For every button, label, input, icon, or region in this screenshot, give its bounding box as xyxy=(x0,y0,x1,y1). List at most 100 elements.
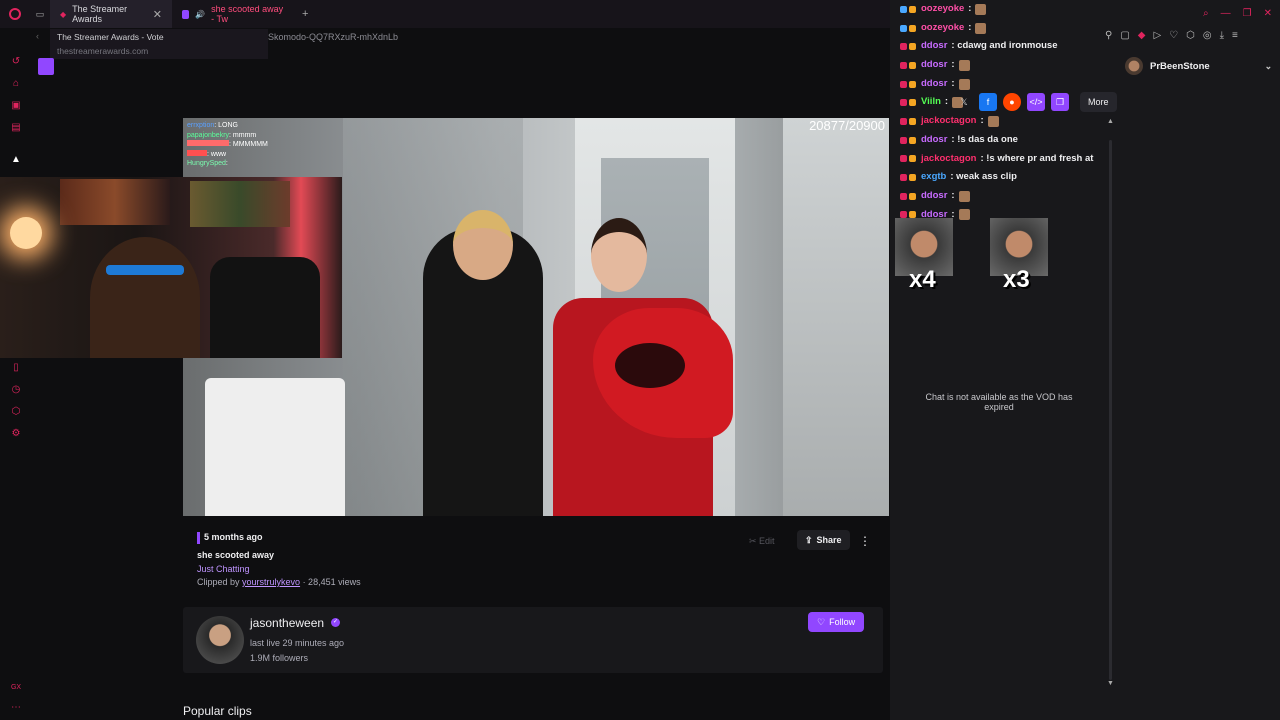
overlay-message: LONG xyxy=(218,122,238,129)
history-icon[interactable]: ↺ xyxy=(10,56,22,68)
channel-avatar[interactable] xyxy=(196,616,244,664)
follow-button[interactable]: ♡ Follow xyxy=(808,612,865,632)
messenger-icon[interactable]: ▣ xyxy=(10,100,22,112)
frame-counter: 20877/20900 xyxy=(809,118,885,133)
chat-username[interactable]: oozeyoke xyxy=(921,19,964,38)
pin-icon[interactable]: ⚲ xyxy=(1105,30,1112,41)
overlay-chat-line: papajonbekry: mmmm xyxy=(187,131,257,139)
share-icon: ⇪ xyxy=(805,534,813,545)
extensions-icon[interactable]: ⬡ xyxy=(1186,30,1195,41)
chat-message: jackoctagon: xyxy=(900,112,1093,131)
chat-scrollbar[interactable] xyxy=(1109,140,1112,680)
scroll-up-icon[interactable]: ▲ xyxy=(1107,118,1114,125)
tab-streamer-awards[interactable]: ◆ The Streamer Awards ✕ xyxy=(50,0,172,28)
tab-label: she scooted away - Tw xyxy=(211,4,284,24)
tab-she-scooted-away[interactable]: 🔊 she scooted away - Tw xyxy=(172,0,294,28)
chat-text: : !s das da one xyxy=(951,133,1018,145)
chat-badge-icon xyxy=(900,5,907,13)
menu-icon[interactable]: ≡ xyxy=(1232,30,1238,41)
scroll-down-icon[interactable]: ▼ xyxy=(1107,680,1114,687)
chat-badge-icon xyxy=(909,174,916,182)
heart-icon[interactable]: ♡ xyxy=(1169,30,1178,41)
new-tab-button[interactable]: + xyxy=(294,8,316,20)
aria-icon[interactable]: ▲ xyxy=(10,154,22,166)
chat-badge-icon xyxy=(909,61,916,69)
tab-menu-icon[interactable]: ▭ xyxy=(30,9,50,20)
chat-emote xyxy=(958,190,970,202)
chat-username[interactable]: jackoctagon xyxy=(921,112,976,131)
overlay-chat-line: : MMMMMM xyxy=(187,140,268,150)
overlay-chat: errxption: LONG papajonbekry: mmmm : MMM… xyxy=(187,121,268,169)
download-icon[interactable]: ⤓ xyxy=(1220,30,1224,41)
chat-username[interactable]: ddosr xyxy=(921,187,947,206)
chat-text: : xyxy=(951,59,955,71)
chat-username[interactable]: exgtb xyxy=(921,168,946,187)
close-tab-icon[interactable]: ✕ xyxy=(153,8,162,21)
maximize-icon[interactable]: ❐ xyxy=(1243,8,1252,19)
chat-username[interactable]: Viiln xyxy=(921,93,941,112)
webcam-scene xyxy=(60,179,170,225)
channel-name[interactable]: jasontheween xyxy=(250,616,324,630)
snapshot-icon[interactable]: ▢ xyxy=(1120,30,1129,41)
back-icon[interactable]: ‹ xyxy=(36,31,39,41)
chat-badge-icon xyxy=(909,80,916,88)
clip-title: she scooted away xyxy=(197,550,275,560)
more-dots-icon[interactable]: ⋯ xyxy=(10,702,22,714)
edit-button[interactable]: ✂ Edit xyxy=(743,532,781,551)
chat-username[interactable]: ddosr xyxy=(921,131,947,150)
opera-logo[interactable] xyxy=(0,0,30,28)
clipper-link[interactable]: yourstrulykevo xyxy=(242,577,300,587)
chat-badge-icon xyxy=(900,61,907,69)
chat-badge-icon xyxy=(909,136,916,144)
chat-badge-icon xyxy=(909,43,916,51)
more-button[interactable]: More xyxy=(1080,92,1117,112)
chat-message: oozeyoke: xyxy=(900,0,1093,19)
share-menu: 𝕏 f ● </> ❐ xyxy=(955,92,1069,112)
edit-label: Edit xyxy=(759,536,775,546)
facebook-icon[interactable]: f xyxy=(979,93,997,111)
chat-text: : xyxy=(968,21,972,33)
clipped-by: Clipped by yourstrulykevo · 28,451 views xyxy=(197,577,361,587)
gx-icon[interactable]: GX xyxy=(10,682,22,694)
account-icon[interactable]: ◎ xyxy=(1203,30,1212,41)
bag-icon[interactable]: ⌂ xyxy=(10,78,22,90)
play-icon[interactable]: ▷ xyxy=(1153,30,1161,41)
game-link[interactable]: Just Chatting xyxy=(197,564,250,574)
video-scene xyxy=(783,118,889,516)
reddit-icon[interactable]: ● xyxy=(1003,93,1021,111)
close-icon[interactable]: ✕ xyxy=(1264,8,1272,19)
embed-icon[interactable]: </> xyxy=(1027,93,1045,111)
emote-combo-count: x3 xyxy=(1003,266,1030,293)
shield-icon[interactable]: ◆ xyxy=(1138,30,1146,41)
extensions-icon[interactable]: ⬡ xyxy=(10,406,22,418)
settings-icon[interactable]: ⚙ xyxy=(10,428,22,440)
copy-icon[interactable]: ❐ xyxy=(1051,93,1069,111)
bookmark-icon[interactable]: ▯ xyxy=(10,362,22,374)
channel-card: jasontheween ✓ last live 29 minutes ago … xyxy=(183,607,883,673)
chat-username[interactable]: oozeyoke xyxy=(921,0,964,19)
follower-count: 1.9M followers xyxy=(250,653,309,663)
chat-text: : xyxy=(951,77,955,89)
chat-username[interactable]: ddosr xyxy=(921,37,947,56)
more-options-icon[interactable]: ⋮ xyxy=(859,534,871,548)
chat-badge-icon xyxy=(909,99,916,107)
twitch-logo-icon[interactable] xyxy=(38,58,54,75)
media-icon[interactable]: ▤ xyxy=(10,122,22,134)
last-live: last live 29 minutes ago xyxy=(250,638,345,648)
share-button[interactable]: ⇪ Share xyxy=(797,530,850,550)
url-path: -Skomodo-QQ7RXzuR-mhXdnLb xyxy=(265,32,399,42)
user-menu[interactable]: PrBeenStone ⌄ xyxy=(1125,57,1272,75)
chat-username[interactable]: ddosr xyxy=(921,56,947,75)
chat-emote xyxy=(987,115,999,127)
tab-strip: ▭ ◆ The Streamer Awards ✕ 🔊 she scooted … xyxy=(0,0,890,28)
minimize-icon[interactable]: — xyxy=(1221,8,1231,19)
chat-message: ddosr: cdawg and ironmouse xyxy=(900,37,1093,56)
overlay-username: papajonbekry xyxy=(187,131,230,139)
x-icon[interactable]: 𝕏 xyxy=(955,93,973,111)
chat-username[interactable]: ddosr xyxy=(921,75,947,94)
clock-icon[interactable]: ◷ xyxy=(10,384,22,396)
chat-username[interactable]: jackoctagon xyxy=(921,150,976,169)
search-icon[interactable]: ⌕ xyxy=(1203,8,1209,19)
webcam-scene xyxy=(10,217,42,249)
clip-age: 5 months ago xyxy=(204,532,263,542)
